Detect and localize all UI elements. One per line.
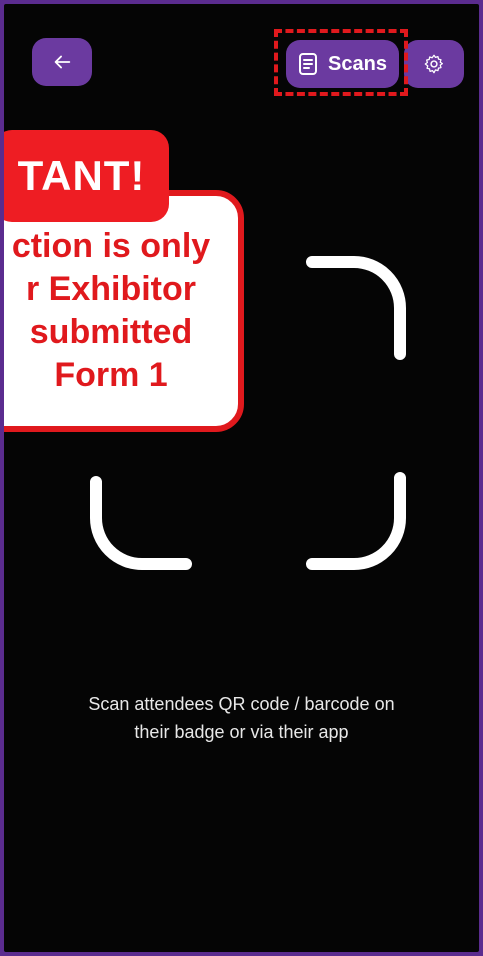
callout-text: ction is only r Exhibitor submitted Form… <box>11 227 211 394</box>
scanner-screen: Scans ction is only r Exhibitor submitte… <box>0 0 483 956</box>
important-tag: TANT! <box>4 130 169 222</box>
important-callout: ction is only r Exhibitor submitted Form… <box>4 190 244 432</box>
scan-instructions: Scan attendees QR code / barcode on thei… <box>88 694 395 742</box>
important-tag-text: TANT! <box>17 152 146 199</box>
